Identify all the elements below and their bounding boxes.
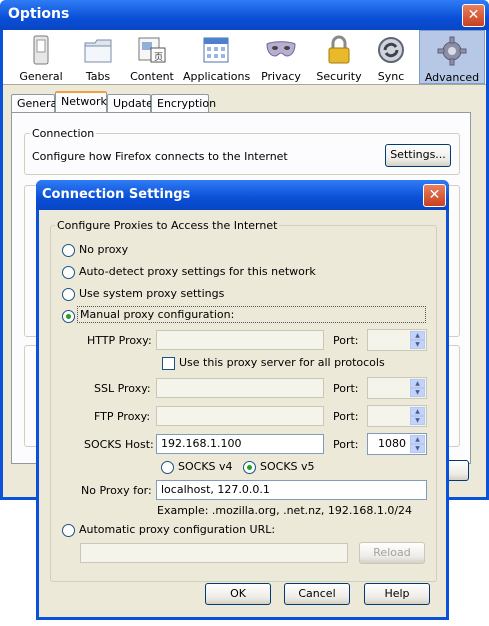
toolbar-sync-label: Sync: [377, 70, 405, 83]
tab-network-label: Network: [61, 95, 107, 108]
dialog-close-button[interactable]: ✕: [423, 184, 446, 207]
http-port-label: Port:: [333, 334, 359, 347]
options-titlebar: Options ✕: [0, 0, 489, 30]
auto-config-url-input[interactable]: [80, 543, 348, 563]
no-proxy-radio[interactable]: [62, 244, 75, 257]
reload-button[interactable]: Reload: [359, 542, 425, 564]
proxies-group-title: Configure Proxies to Access the Internet: [55, 219, 280, 232]
folder-tabs-icon: [84, 39, 112, 63]
cancel-button[interactable]: Cancel: [284, 583, 350, 605]
connection-heading: Connection: [30, 127, 97, 140]
no-proxy-example: Example: .mozilla.org, .net.nz, 192.168.…: [157, 504, 413, 517]
socks-port-value: 1080: [378, 437, 406, 450]
tab-encryption-label: Encryption: [157, 97, 217, 110]
auto-detect-label: Auto-detect proxy settings for this netw…: [79, 265, 316, 278]
toolbar-sync[interactable]: Sync: [369, 30, 413, 84]
spin-down-icon[interactable]: ▼: [410, 388, 425, 397]
spin-down-icon[interactable]: ▼: [410, 444, 425, 453]
toolbar-content[interactable]: 页 Content: [123, 30, 181, 84]
connection-settings-dialog: Connection Settings ✕ Configure Proxies …: [36, 180, 449, 620]
socks-v5-label: SOCKS v5: [260, 460, 315, 473]
tab-network[interactable]: Network: [55, 91, 107, 113]
switch-icon: [33, 35, 49, 65]
ok-button[interactable]: OK: [205, 583, 271, 605]
sync-icon: [378, 37, 404, 63]
socks-v4-label: SOCKS v4: [178, 460, 233, 473]
content-icon: 页: [138, 37, 166, 63]
auto-detect-radio[interactable]: [62, 266, 75, 279]
same-proxy-label: Use this proxy server for all protocols: [179, 356, 385, 369]
ssl-port-stepper[interactable]: ▲ ▼: [367, 377, 427, 399]
spin-up-icon[interactable]: ▲: [410, 407, 425, 416]
toolbar-privacy-label: Privacy: [261, 70, 301, 83]
ftp-proxy-label: FTP Proxy:: [94, 410, 151, 423]
no-proxy-for-label: No Proxy for:: [81, 484, 152, 497]
toolbar-applications-label: Applications: [183, 70, 251, 83]
toolbar-general[interactable]: General: [9, 30, 73, 84]
no-proxy-label: No proxy: [79, 243, 129, 256]
tab-encryption[interactable]: Encryption: [151, 94, 216, 112]
help-button[interactable]: Help: [364, 583, 430, 605]
socks-host-label: SOCKS Host:: [84, 438, 154, 451]
same-proxy-checkbox[interactable]: [162, 357, 175, 370]
toolbar-content-label: Content: [130, 70, 174, 83]
http-proxy-input[interactable]: [156, 330, 324, 350]
system-proxy-radio[interactable]: [62, 288, 75, 301]
socks-v5-radio[interactable]: [243, 461, 256, 474]
toolbar-general-label: General: [19, 70, 63, 83]
padlock-icon: [328, 35, 350, 64]
ssl-proxy-label: SSL Proxy:: [94, 382, 151, 395]
spin-up-icon[interactable]: ▲: [410, 379, 425, 388]
tab-general-label: General: [17, 97, 61, 110]
connection-description: Configure how Firefox connects to the In…: [32, 150, 288, 163]
connection-settings-button[interactable]: Settings...: [385, 144, 451, 167]
ssl-port-label: Port:: [333, 382, 359, 395]
dialog-titlebar: Connection Settings ✕: [36, 180, 449, 210]
tab-update[interactable]: Update: [107, 94, 153, 112]
dialog-body: Configure Proxies to Access the Internet…: [39, 210, 446, 617]
applications-icon: [203, 37, 229, 63]
tab-general[interactable]: General: [11, 94, 60, 112]
toolbar-security-label: Security: [316, 70, 362, 83]
socks-v4-radio[interactable]: [161, 461, 174, 474]
options-title: Options: [8, 6, 70, 22]
system-proxy-label: Use system proxy settings: [79, 287, 225, 300]
http-proxy-label: HTTP Proxy:: [87, 334, 152, 347]
toolbar-tabs[interactable]: Tabs: [73, 30, 123, 84]
socks-port-stepper[interactable]: 1080 ▲ ▼: [367, 433, 427, 455]
socks-host-input[interactable]: 192.168.1.100: [156, 434, 324, 454]
toolbar-advanced[interactable]: Advanced: [419, 30, 485, 84]
spin-down-icon[interactable]: ▼: [410, 340, 425, 349]
toolbar-privacy[interactable]: Privacy: [257, 30, 305, 84]
ftp-port-label: Port:: [333, 410, 359, 423]
toolbar-applications[interactable]: Applications: [183, 30, 251, 84]
tab-update-label: Update: [113, 97, 153, 110]
options-toolbar: General Tabs 页 Content Applications Priv…: [3, 30, 486, 85]
socks-port-label: Port:: [333, 438, 359, 451]
spin-down-icon[interactable]: ▼: [410, 416, 425, 425]
svg-text:页: 页: [154, 52, 163, 63]
mask-icon: [266, 41, 296, 57]
gear-icon: [437, 36, 467, 66]
ftp-proxy-input[interactable]: [156, 406, 324, 426]
manual-proxy-label: Manual proxy configuration:: [77, 306, 426, 323]
dialog-title: Connection Settings: [42, 187, 191, 202]
spin-up-icon[interactable]: ▲: [410, 435, 425, 444]
manual-proxy-radio[interactable]: [62, 310, 75, 323]
toolbar-advanced-label: Advanced: [424, 71, 480, 84]
ftp-port-stepper[interactable]: ▲ ▼: [367, 405, 427, 427]
http-port-stepper[interactable]: ▲ ▼: [367, 329, 427, 351]
no-proxy-for-input[interactable]: localhost, 127.0.0.1: [156, 480, 427, 500]
spin-up-icon[interactable]: ▲: [410, 331, 425, 340]
auto-config-url-label: Automatic proxy configuration URL:: [79, 523, 276, 536]
toolbar-security[interactable]: Security: [313, 30, 365, 84]
options-close-button[interactable]: ✕: [462, 4, 485, 27]
toolbar-tabs-label: Tabs: [85, 70, 111, 83]
auto-config-url-radio[interactable]: [62, 524, 75, 537]
ssl-proxy-input[interactable]: [156, 378, 324, 398]
